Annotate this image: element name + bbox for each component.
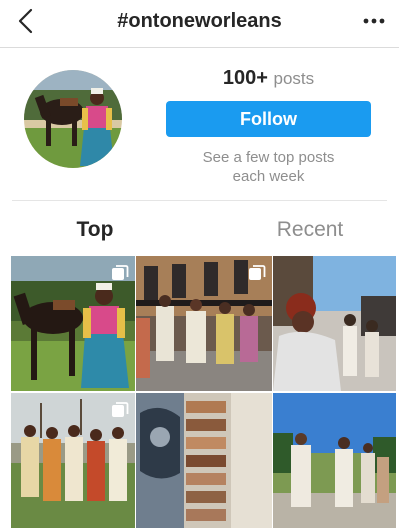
top-bar: #ontoneworleans (0, 0, 399, 48)
post-image (136, 393, 272, 528)
more-options-button[interactable] (359, 8, 389, 34)
tab-recent[interactable]: Recent (220, 212, 399, 248)
grid-post[interactable] (273, 393, 396, 528)
post-count-number: 100+ (222, 67, 268, 89)
post-count: 100+ posts (166, 67, 371, 90)
grid-post[interactable] (11, 393, 135, 528)
grid-post[interactable] (136, 256, 272, 391)
post-image (273, 393, 396, 528)
multiple-photos-icon (112, 265, 129, 280)
section-divider (12, 200, 387, 201)
grid-post[interactable] (136, 393, 272, 528)
info-line-1: See a few top posts (202, 149, 335, 166)
info-line-2: each week (232, 168, 305, 185)
post-grid (11, 256, 396, 528)
follow-button[interactable]: Follow (166, 101, 371, 137)
avatar-image (24, 70, 122, 168)
grid-post[interactable] (273, 256, 396, 391)
multiple-photos-icon (249, 265, 266, 280)
more-dots-icon (363, 18, 385, 24)
hashtag-title: #ontoneworleans (117, 10, 282, 32)
post-count-unit: posts (273, 69, 315, 88)
tab-top[interactable]: Top (0, 212, 190, 248)
grid-post[interactable] (11, 256, 135, 391)
post-image (273, 256, 396, 391)
hashtag-avatar[interactable] (24, 70, 122, 168)
top-posts-info: See a few top posts each week (166, 148, 371, 186)
multiple-photos-icon (112, 402, 129, 417)
